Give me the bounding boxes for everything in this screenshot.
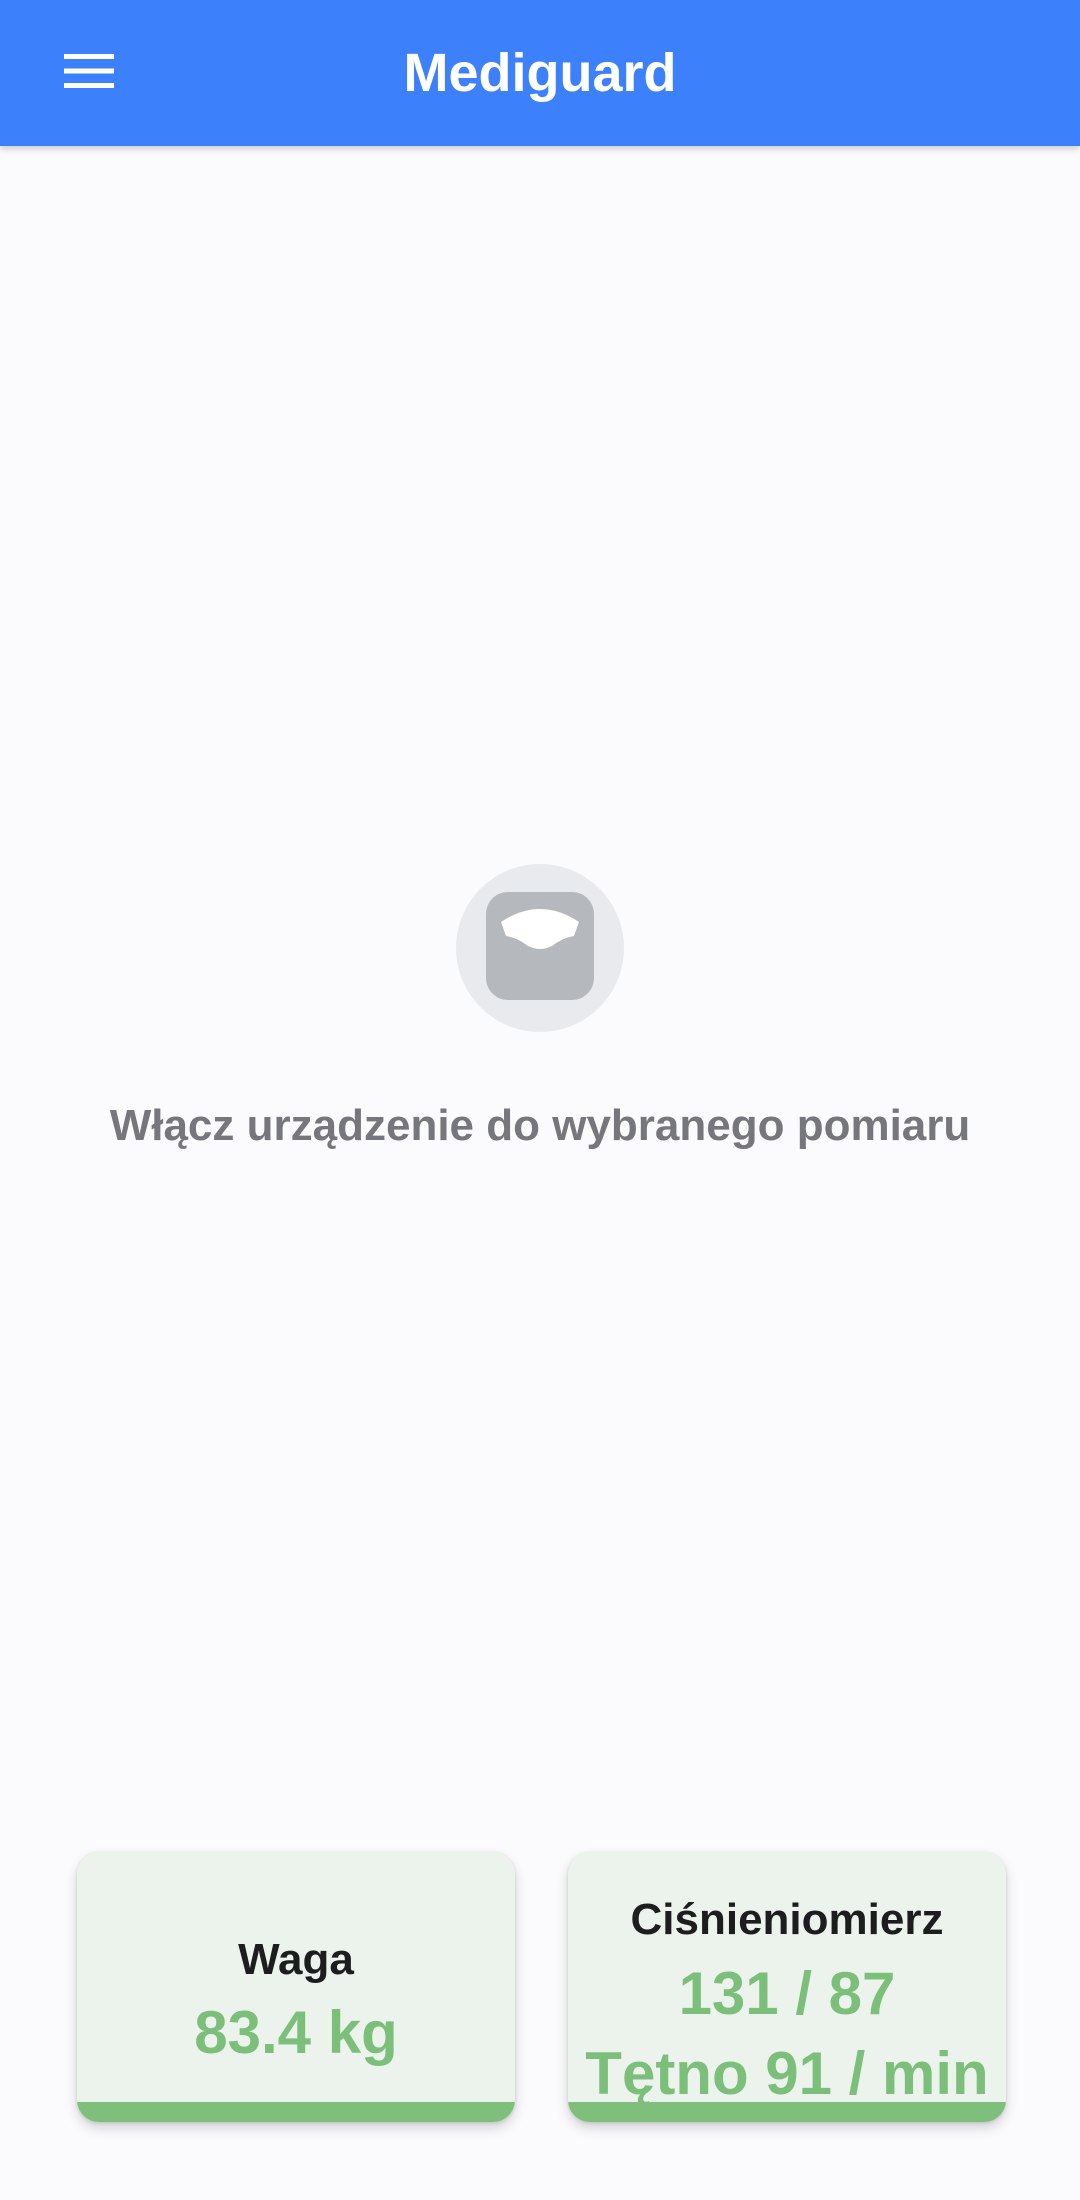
pulse-value: Tętno 91 / min <box>585 2040 989 2107</box>
card-accent-bar <box>77 2102 515 2122</box>
card-accent-bar <box>568 2102 1006 2122</box>
blood-pressure-card[interactable]: Ciśnieniomierz 131 / 87 Tętno 91 / min <box>568 1852 1006 2122</box>
weight-card-title: Waga <box>238 1935 354 1984</box>
weight-value: 83.4 kg <box>194 1999 398 2066</box>
blood-pressure-value: 131 / 87 <box>678 1960 896 2027</box>
device-icon-badge <box>456 864 624 1032</box>
blood-pressure-card-title: Ciśnieniomierz <box>630 1895 944 1944</box>
app-bar: Mediguard <box>0 0 1080 146</box>
empty-state-message: Włącz urządzenie do wybranego pomiaru <box>109 1101 971 1150</box>
scale-icon <box>486 891 594 1005</box>
weight-card[interactable]: Waga 83.4 kg <box>77 1852 515 2122</box>
app-title: Mediguard <box>403 43 677 103</box>
